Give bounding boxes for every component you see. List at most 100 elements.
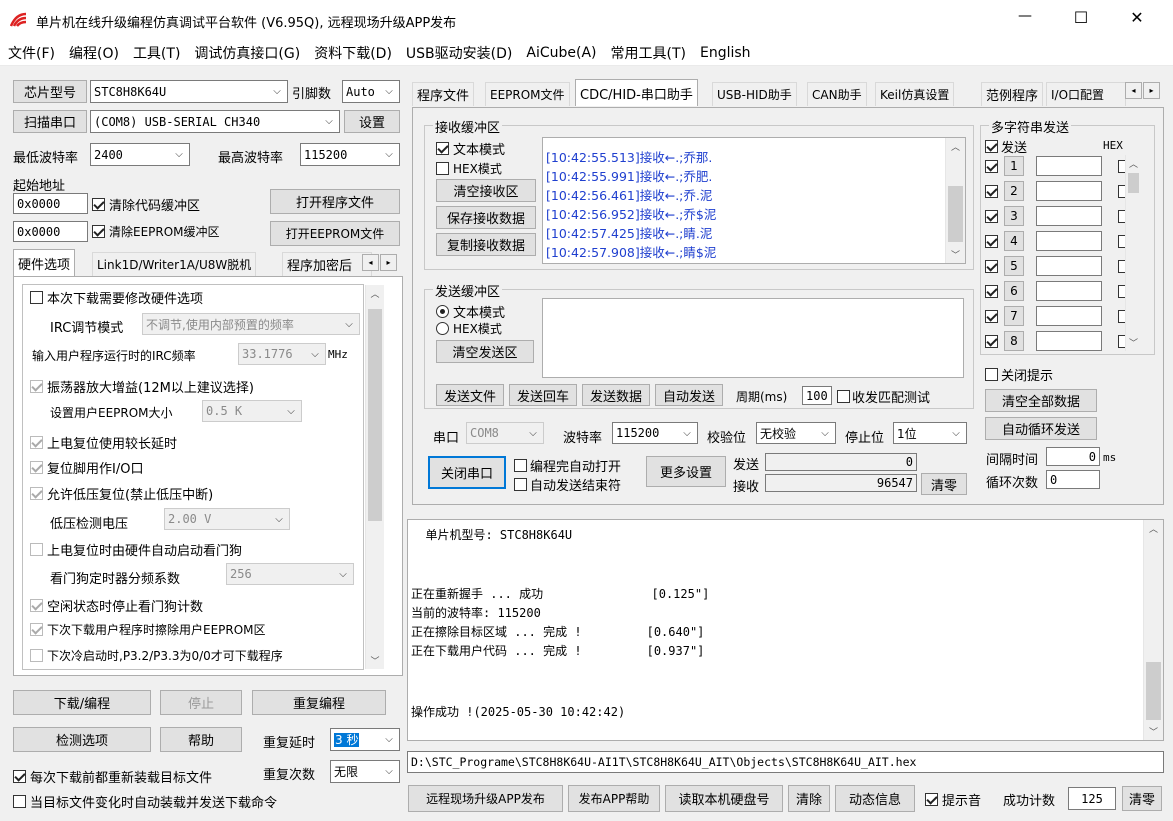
send-file-button[interactable]: 发送文件 bbox=[436, 384, 504, 406]
tx-text-area[interactable] bbox=[542, 298, 964, 378]
multi-send-header-checkbox[interactable]: 发送 bbox=[985, 137, 1027, 156]
clear-count-button[interactable]: 清零 bbox=[921, 473, 967, 495]
more-settings-button[interactable]: 更多设置 bbox=[646, 456, 726, 487]
multi-send-button[interactable]: 4 bbox=[1004, 231, 1024, 251]
tab-scroll-left-icon[interactable]: ◂ bbox=[1125, 82, 1142, 99]
clear-eeprom-checkbox[interactable]: 清除EEPROM缓冲区 bbox=[92, 223, 220, 240]
beep-checkbox[interactable]: 提示音 bbox=[925, 790, 981, 809]
clear-tx-button[interactable]: 清空发送区 bbox=[436, 340, 534, 363]
reload-checkbox[interactable]: 每次下载前都重新装载目标文件 bbox=[13, 767, 212, 786]
stop-bits-select[interactable]: 1位 ⌵ bbox=[893, 422, 967, 444]
multi-string-input[interactable] bbox=[1036, 306, 1102, 326]
publish-help-button[interactable]: 发布APP帮助 bbox=[568, 785, 660, 812]
chevron-down-icon[interactable]: ﹀ bbox=[366, 652, 384, 669]
rx-text-area[interactable]: [10:42:55.513]接收←.;乔那. [10:42:55.991]接收←… bbox=[542, 137, 966, 264]
interval-input[interactable]: 0 bbox=[1046, 447, 1100, 466]
close-port-button[interactable]: 关闭串口 bbox=[428, 456, 506, 489]
read-disk-button[interactable]: 读取本机硬盘号 bbox=[665, 785, 783, 812]
clear-log-button[interactable]: 清除 bbox=[788, 785, 830, 812]
dynamic-info-button[interactable]: 动态信息 bbox=[835, 785, 915, 812]
rx-scrollbar[interactable]: ︿ ﹀ bbox=[945, 138, 965, 263]
tab-io-config[interactable]: I/O口配置 bbox=[1046, 82, 1126, 106]
repeat-count-select[interactable]: 无限 ⌵ bbox=[330, 760, 400, 783]
code-address-input[interactable]: 0x0000 bbox=[13, 193, 88, 214]
clear-success-button[interactable]: 清零 bbox=[1122, 786, 1162, 811]
repeat-delay-select[interactable]: 3 秒 ⌵ bbox=[330, 728, 400, 751]
tab-serial-assistant[interactable]: CDC/HID-串口助手 bbox=[575, 79, 698, 106]
close-tip-checkbox[interactable]: 关闭提示 bbox=[985, 365, 1053, 384]
multi-string-input[interactable] bbox=[1036, 331, 1102, 351]
multi-string-input[interactable] bbox=[1036, 181, 1102, 201]
send-enter-button[interactable]: 发送回车 bbox=[509, 384, 577, 406]
eeprom-address-input[interactable]: 0x0000 bbox=[13, 221, 88, 242]
open-eeprom-button[interactable]: 打开EEPROM文件 bbox=[270, 221, 400, 246]
long-delay-checkbox[interactable]: 上电复位使用较长延时 bbox=[30, 433, 177, 452]
menu-english[interactable]: English bbox=[700, 45, 751, 61]
multi-send-checkbox[interactable] bbox=[985, 285, 998, 298]
clear-all-button[interactable]: 清空全部数据 bbox=[985, 389, 1097, 412]
multi-send-button[interactable]: 2 bbox=[1004, 181, 1024, 201]
chevron-up-icon[interactable]: ︿ bbox=[366, 285, 384, 302]
chevron-up-icon[interactable]: ︿ bbox=[1126, 155, 1141, 172]
tab-scroll-right-icon[interactable]: ▸ bbox=[380, 254, 397, 271]
auto-load-checkbox[interactable]: 当目标文件变化时自动装载并发送下载命令 bbox=[13, 792, 277, 811]
scan-port-button[interactable]: 扫描串口 bbox=[13, 110, 87, 133]
wdt-div-select[interactable]: 256 ⌵ bbox=[226, 563, 354, 585]
tab-encrypt[interactable]: 程序加密后 bbox=[282, 252, 372, 276]
multi-string-input[interactable] bbox=[1036, 156, 1102, 176]
menu-file[interactable]: 文件(F) bbox=[8, 43, 55, 63]
multi-send-checkbox[interactable] bbox=[985, 235, 998, 248]
multi-string-input[interactable] bbox=[1036, 256, 1102, 276]
settings-button[interactable]: 设置 bbox=[344, 110, 400, 133]
open-program-button[interactable]: 打开程序文件 bbox=[270, 189, 400, 214]
tab-keil[interactable]: Keil仿真设置 bbox=[875, 82, 955, 106]
auto-end-checkbox[interactable]: 自动发送结束符 bbox=[514, 475, 621, 494]
multi-send-button[interactable]: 6 bbox=[1004, 281, 1024, 301]
multi-string-input[interactable] bbox=[1036, 231, 1102, 251]
tab-scroll-right-icon[interactable]: ▸ bbox=[1143, 82, 1160, 99]
chevron-up-icon[interactable]: ︿ bbox=[1144, 520, 1163, 537]
tx-hex-mode-radio[interactable]: HEX模式 bbox=[436, 320, 502, 337]
tab-link1d[interactable]: Link1D/Writer1A/U8W脱机 bbox=[92, 252, 257, 276]
tab-hardware[interactable]: 硬件选项 bbox=[13, 249, 76, 276]
tab-usb-hid[interactable]: USB-HID助手 bbox=[712, 82, 797, 106]
menu-download[interactable]: 资料下载(D) bbox=[314, 43, 392, 63]
multi-string-input[interactable] bbox=[1036, 206, 1102, 226]
rx-hex-mode-checkbox[interactable]: HEX模式 bbox=[436, 160, 502, 177]
multi-send-button[interactable]: 1 bbox=[1004, 156, 1024, 176]
auto-send-button[interactable]: 自动发送 bbox=[655, 384, 723, 406]
send-data-button[interactable]: 发送数据 bbox=[582, 384, 650, 406]
multi-string-input[interactable] bbox=[1036, 281, 1102, 301]
help-button[interactable]: 帮助 bbox=[160, 727, 242, 752]
maximize-button[interactable]: ☐ bbox=[1058, 8, 1104, 32]
modify-hw-checkbox[interactable]: 本次下载需要修改硬件选项 bbox=[30, 288, 203, 307]
parity-select[interactable]: 无校验 ⌵ bbox=[756, 422, 836, 444]
chip-model-button[interactable]: 芯片型号 bbox=[13, 80, 87, 103]
eeprom-size-select[interactable]: 0.5 K ⌵ bbox=[202, 400, 302, 422]
lvd-volt-select[interactable]: 2.00 V ⌵ bbox=[164, 508, 290, 530]
chip-model-select[interactable]: STC8H8K64U ⌵ bbox=[90, 80, 288, 103]
tab-can[interactable]: CAN助手 bbox=[807, 82, 867, 106]
multi-send-button[interactable]: 8 bbox=[1004, 331, 1024, 351]
hw-options-scrollbar[interactable]: ︿ ﹀ bbox=[365, 285, 384, 669]
copy-rx-button[interactable]: 复制接收数据 bbox=[436, 233, 536, 256]
menu-common-tools[interactable]: 常用工具(T) bbox=[611, 43, 686, 63]
multi-send-button[interactable]: 7 bbox=[1004, 306, 1024, 326]
port-select-disabled[interactable]: COM8 ⌵ bbox=[466, 422, 544, 444]
detect-options-button[interactable]: 检测选项 bbox=[13, 727, 151, 752]
multi-send-checkbox[interactable] bbox=[985, 210, 998, 223]
reset-io-checkbox[interactable]: 复位脚用作I/O口 bbox=[30, 458, 143, 477]
erase-eeprom-checkbox[interactable]: 下次下载用户程序时擦除用户EEPROM区 bbox=[30, 621, 266, 638]
minimize-button[interactable]: — bbox=[1002, 8, 1048, 32]
save-rx-button[interactable]: 保存接收数据 bbox=[436, 206, 536, 229]
period-input[interactable]: 100 bbox=[802, 386, 832, 405]
rx-text-mode-checkbox[interactable]: 文本模式 bbox=[436, 139, 505, 158]
chevron-down-icon[interactable]: ﹀ bbox=[1126, 334, 1141, 351]
match-test-checkbox[interactable]: 收发匹配测试 bbox=[837, 387, 930, 406]
download-button[interactable]: 下载/编程 bbox=[13, 690, 151, 715]
clear-rx-button[interactable]: 清空接收区 bbox=[436, 179, 536, 202]
menu-program[interactable]: 编程(O) bbox=[69, 43, 119, 63]
wdt-auto-checkbox[interactable]: 上电复位时由硬件自动启动看门狗 bbox=[30, 540, 242, 559]
auto-loop-button[interactable]: 自动循环发送 bbox=[985, 417, 1097, 440]
max-baud-select[interactable]: 115200 ⌵ bbox=[300, 143, 400, 166]
